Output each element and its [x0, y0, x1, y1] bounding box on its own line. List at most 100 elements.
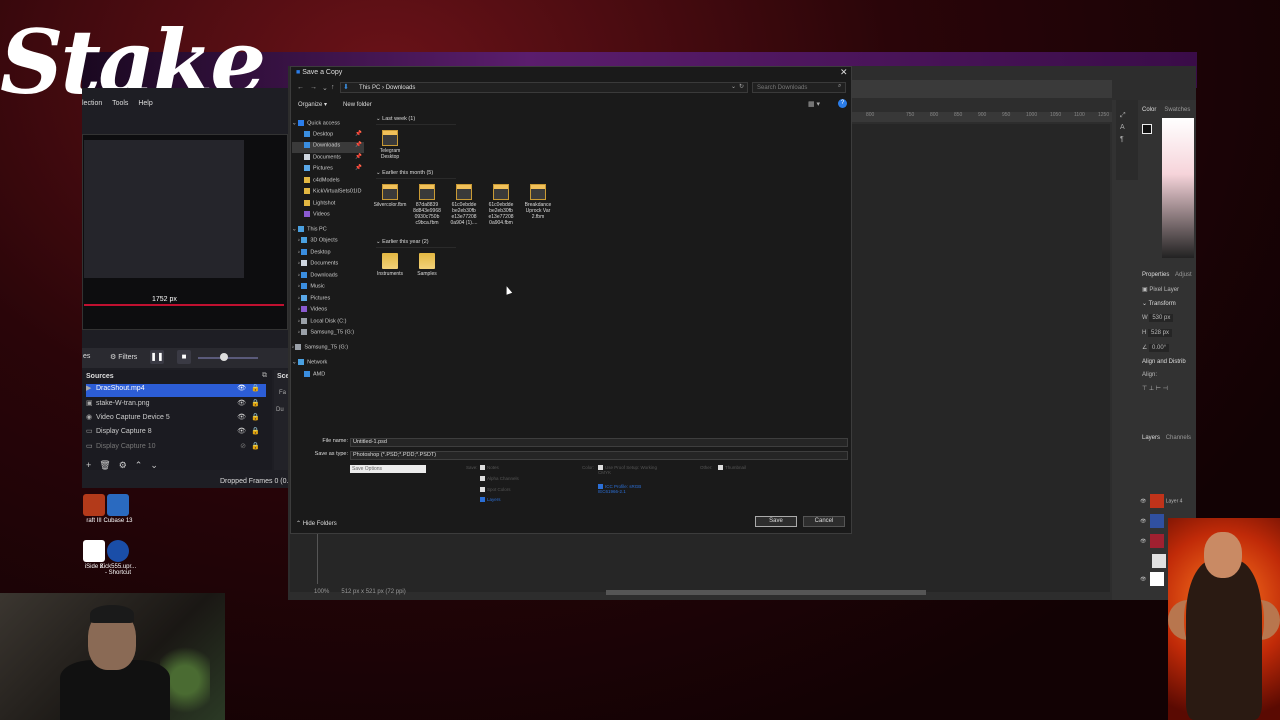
- lock-icon[interactable]: 🔒: [251, 442, 260, 450]
- tree-item[interactable]: c4dModels: [292, 177, 364, 188]
- view-options-icon[interactable]: ▦ ▾: [808, 100, 820, 108]
- group-header[interactable]: ⌄ Earlier this month (5): [376, 170, 457, 179]
- tree-item[interactable]: › Videos: [292, 306, 364, 317]
- color-picker-field[interactable]: [1162, 118, 1194, 258]
- tree-item[interactable]: Downloads 📌: [292, 142, 364, 153]
- chevron-right-icon[interactable]: ›: [298, 329, 300, 335]
- chevron-right-icon[interactable]: ›: [292, 344, 294, 350]
- tree-item[interactable]: › Documents: [292, 260, 364, 271]
- chevron-down-icon[interactable]: ⌄: [292, 120, 297, 126]
- tab-swatches[interactable]: Swatches: [1164, 107, 1190, 113]
- search-input[interactable]: Search Downloads: [752, 82, 846, 93]
- trash-icon[interactable]: 🗑: [99, 460, 110, 470]
- up-arrow-icon[interactable]: ↑: [331, 84, 335, 91]
- tree-item[interactable]: › Desktop: [292, 249, 364, 260]
- tab-properties[interactable]: Properties: [1142, 272, 1169, 278]
- file-item[interactable]: Breakdance Uprock Var 2.fbm: [520, 184, 556, 220]
- icc-option[interactable]: ICC Profile: sRGB IEC61966-2.1: [598, 484, 658, 494]
- alpha-option[interactable]: Alpha Channels: [480, 476, 519, 482]
- chevron-right-icon[interactable]: ›: [298, 249, 300, 255]
- file-item[interactable]: Silvercolor.fbm: [372, 184, 408, 208]
- tree-item[interactable]: AMD: [292, 371, 364, 382]
- chevron-right-icon[interactable]: ›: [298, 283, 300, 289]
- save-button[interactable]: Save: [755, 516, 797, 527]
- chevron-right-icon[interactable]: ›: [298, 306, 300, 312]
- tree-item[interactable]: Desktop 📌: [292, 131, 364, 142]
- eye-icon[interactable]: 👁: [1140, 498, 1146, 504]
- file-item[interactable]: Instruments: [372, 253, 408, 277]
- chevron-right-icon[interactable]: ›: [298, 295, 300, 301]
- breadcrumb-item[interactable]: This PC: [359, 85, 380, 91]
- tree-item[interactable]: › Downloads: [292, 272, 364, 283]
- source-item[interactable]: ▣ stake-W-tran.png 👁 🔒: [86, 399, 266, 412]
- lock-icon[interactable]: 🔒: [251, 384, 260, 392]
- back-arrow-icon[interactable]: ←: [297, 84, 304, 91]
- pause-icon[interactable]: ❚❚: [150, 350, 164, 364]
- tab-color[interactable]: Color: [1142, 107, 1156, 113]
- file-name-input[interactable]: Untitled-1.psd: [350, 438, 848, 447]
- checkbox[interactable]: [718, 465, 723, 471]
- zoom-level[interactable]: 100%: [314, 589, 329, 595]
- source-item[interactable]: ▭ Display Capture 10 ⊘ 🔒: [86, 442, 266, 455]
- lock-icon[interactable]: 🔒: [251, 399, 260, 407]
- eye-icon[interactable]: 👁: [237, 399, 246, 407]
- tree-item[interactable]: Videos: [292, 211, 364, 222]
- tree-item[interactable]: Lightshot: [292, 200, 364, 211]
- width-field[interactable]: 530 px: [1149, 314, 1174, 322]
- help-icon[interactable]: ?: [838, 99, 847, 108]
- height-field[interactable]: 528 px: [1148, 329, 1173, 337]
- tree-item[interactable]: › Pictures: [292, 295, 364, 306]
- desktop-icon[interactable]: Cubase 13: [98, 494, 138, 534]
- chevron-down-icon[interactable]: ⌄: [292, 359, 297, 365]
- tree-item[interactable]: ⌄ Quick access: [292, 120, 364, 131]
- chevron-down-icon[interactable]: ⌄: [150, 460, 158, 470]
- checkbox[interactable]: [480, 497, 485, 503]
- tree-item[interactable]: ⌄ This PC: [292, 226, 364, 237]
- breadcrumb-item[interactable]: Downloads: [386, 85, 416, 91]
- new-folder-button[interactable]: New folder: [343, 102, 372, 108]
- eye-icon[interactable]: 👁: [1140, 576, 1146, 582]
- thumbnail-option[interactable]: Thumbnail: [718, 465, 746, 471]
- chevron-right-icon[interactable]: ›: [298, 237, 300, 243]
- file-item[interactable]: 87da8839 8d843e9968 0930c750b c9bca.fbm: [409, 184, 445, 226]
- lock-icon[interactable]: 🔒: [251, 413, 260, 421]
- tree-item[interactable]: KickVirtualSets01ID: [292, 188, 364, 199]
- tree-item[interactable]: Pictures 📌: [292, 165, 364, 176]
- volume-slider[interactable]: [198, 357, 258, 359]
- obs-menu-item[interactable]: lection: [82, 100, 102, 107]
- tab-adjustments[interactable]: Adjust: [1175, 272, 1192, 278]
- chevron-right-icon[interactable]: ›: [298, 272, 300, 278]
- tree-item[interactable]: › 3D Objects: [292, 237, 364, 248]
- group-header[interactable]: ⌄ Last week (1): [376, 116, 457, 125]
- cancel-button[interactable]: Cancel: [803, 516, 845, 527]
- group-header[interactable]: ⌄ Earlier this year (2): [376, 239, 456, 248]
- forward-arrow-icon[interactable]: →: [310, 84, 317, 91]
- tree-item[interactable]: › Samsung_T5 (G:): [292, 344, 364, 355]
- spot-option[interactable]: Spot Colors: [480, 487, 511, 493]
- stop-icon[interactable]: ■: [177, 350, 191, 364]
- file-item[interactable]: Telegram Desktop: [372, 130, 408, 160]
- tree-item[interactable]: › Samsung_T5 (G:): [292, 329, 364, 340]
- close-icon[interactable]: ✕: [840, 67, 848, 78]
- chevron-up-icon[interactable]: ⌃: [135, 460, 143, 470]
- panel-float-icon[interactable]: ⧉: [262, 372, 267, 380]
- organize-button[interactable]: Organize ▾: [298, 102, 327, 108]
- add-icon[interactable]: +: [86, 460, 91, 470]
- checkbox[interactable]: [480, 465, 485, 471]
- file-item[interactable]: Samples: [409, 253, 445, 277]
- chevron-down-icon[interactable]: ⌄: [731, 83, 736, 90]
- obs-menu-item[interactable]: Tools: [112, 100, 128, 107]
- chevron-right-icon[interactable]: ›: [298, 318, 300, 324]
- tool-icons[interactable]: ⤢ A ¶: [1116, 100, 1138, 156]
- refresh-icon[interactable]: ↻: [739, 83, 744, 90]
- source-item[interactable]: ▭ Display Capture 8 👁 🔒: [86, 427, 266, 440]
- notes-option[interactable]: Notes: [480, 465, 499, 471]
- source-item[interactable]: ◉ Video Capture Device 5 👁 🔒: [86, 413, 266, 426]
- tree-item[interactable]: › Music: [292, 283, 364, 294]
- layers-option[interactable]: Layers: [480, 497, 501, 503]
- lock-icon[interactable]: 🔒: [251, 427, 260, 435]
- tab-channels[interactable]: Channels: [1166, 435, 1191, 441]
- chevron-down-icon[interactable]: ⌄: [292, 226, 297, 232]
- eye-icon[interactable]: 👁: [237, 427, 246, 435]
- tree-item[interactable]: › Local Disk (C:): [292, 318, 364, 329]
